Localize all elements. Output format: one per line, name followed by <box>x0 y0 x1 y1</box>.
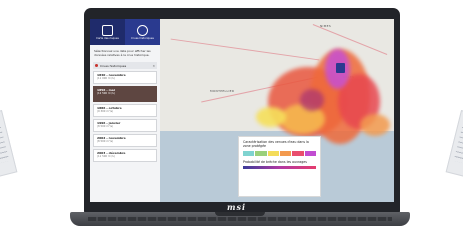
road <box>170 38 320 61</box>
flood-volume: (11 000 m³/s) <box>97 77 115 80</box>
swatch <box>243 151 255 156</box>
flood-zone <box>360 114 390 136</box>
pin-icon <box>95 64 98 67</box>
legend-swatches <box>243 151 316 156</box>
flood-item[interactable]: 2003 - décembre (11 500 m³/s) <box>93 149 157 162</box>
flood-item-selected[interactable]: 1856 - mai (12 500 m³/s) <box>93 86 157 102</box>
mode-switcher: Carte des risques Crues historiques <box>90 19 160 45</box>
keyboard <box>88 217 392 221</box>
panel-title: Crues historiques <box>100 63 127 68</box>
sidebar: Carte des risques Crues historiques Séle… <box>90 19 161 202</box>
swatch <box>304 151 316 156</box>
laptop-base <box>70 212 410 226</box>
history-icon <box>137 24 148 36</box>
laptop-lid: Carte des risques Crues historiques Séle… <box>84 8 400 213</box>
legend: Caractérisation des venues d'eau dans la… <box>238 136 321 197</box>
map-icon <box>102 24 113 36</box>
flood-item[interactable]: 1996 - janvier (8 500 m³/s) <box>93 119 157 132</box>
flood-volume: (11 500 m³/s) <box>97 155 115 158</box>
tab-carte-des-risques[interactable]: Carte des risques <box>90 19 125 45</box>
city-label: NIMES <box>320 24 332 28</box>
intro-text: Sélectionnez une date pour afficher les … <box>94 49 151 57</box>
flood-item[interactable]: 1886 - octobre (9 300 m³/s) <box>93 104 157 117</box>
swatch <box>279 151 292 156</box>
trackpad-notch <box>215 212 265 216</box>
city-label: MONTPELLIER <box>210 89 235 93</box>
tab-label: Carte des risques <box>96 36 119 40</box>
flood-item[interactable]: 2002 - novembre (8 500 m³/s) <box>93 134 157 147</box>
map-view[interactable]: NIMES MONTPELLIER ARLES Caractérisation … <box>160 19 394 202</box>
tab-label: Crues historiques <box>131 36 154 40</box>
screen: Carte des risques Crues historiques Séle… <box>90 19 394 202</box>
panel-header: Crues historiques ✕ <box>93 62 157 69</box>
swatch <box>292 151 304 156</box>
breach-title: Probabilité de brèche dans les ouvrages <box>243 160 307 164</box>
flood-zone <box>300 89 324 111</box>
document-sheet-right <box>445 110 463 178</box>
legend-title: Caractérisation des venues d'eau dans la… <box>243 140 309 148</box>
swatch <box>267 151 279 156</box>
museum-icon[interactable] <box>336 63 345 73</box>
laptop-logo: msi <box>227 202 247 212</box>
flood-item[interactable]: 1840 - novembre (11 000 m³/s) <box>93 71 157 84</box>
flood-volume: (9 300 m³/s) <box>97 110 114 113</box>
webcam <box>237 12 245 46</box>
tab-crues-historiques[interactable]: Crues historiques <box>125 19 160 45</box>
flood-list: 1840 - novembre (11 000 m³/s) 1856 - mai… <box>93 71 157 162</box>
breach-gradient <box>243 166 316 169</box>
document-sheet-left <box>0 110 18 178</box>
flood-volume: (8 500 m³/s) <box>97 140 114 143</box>
flood-zone <box>256 107 286 127</box>
road <box>312 24 388 55</box>
flood-volume: (8 500 m³/s) <box>97 125 114 128</box>
swatch <box>255 151 267 156</box>
flood-volume: (12 500 m³/s) <box>97 92 115 95</box>
close-icon[interactable]: ✕ <box>152 64 155 68</box>
